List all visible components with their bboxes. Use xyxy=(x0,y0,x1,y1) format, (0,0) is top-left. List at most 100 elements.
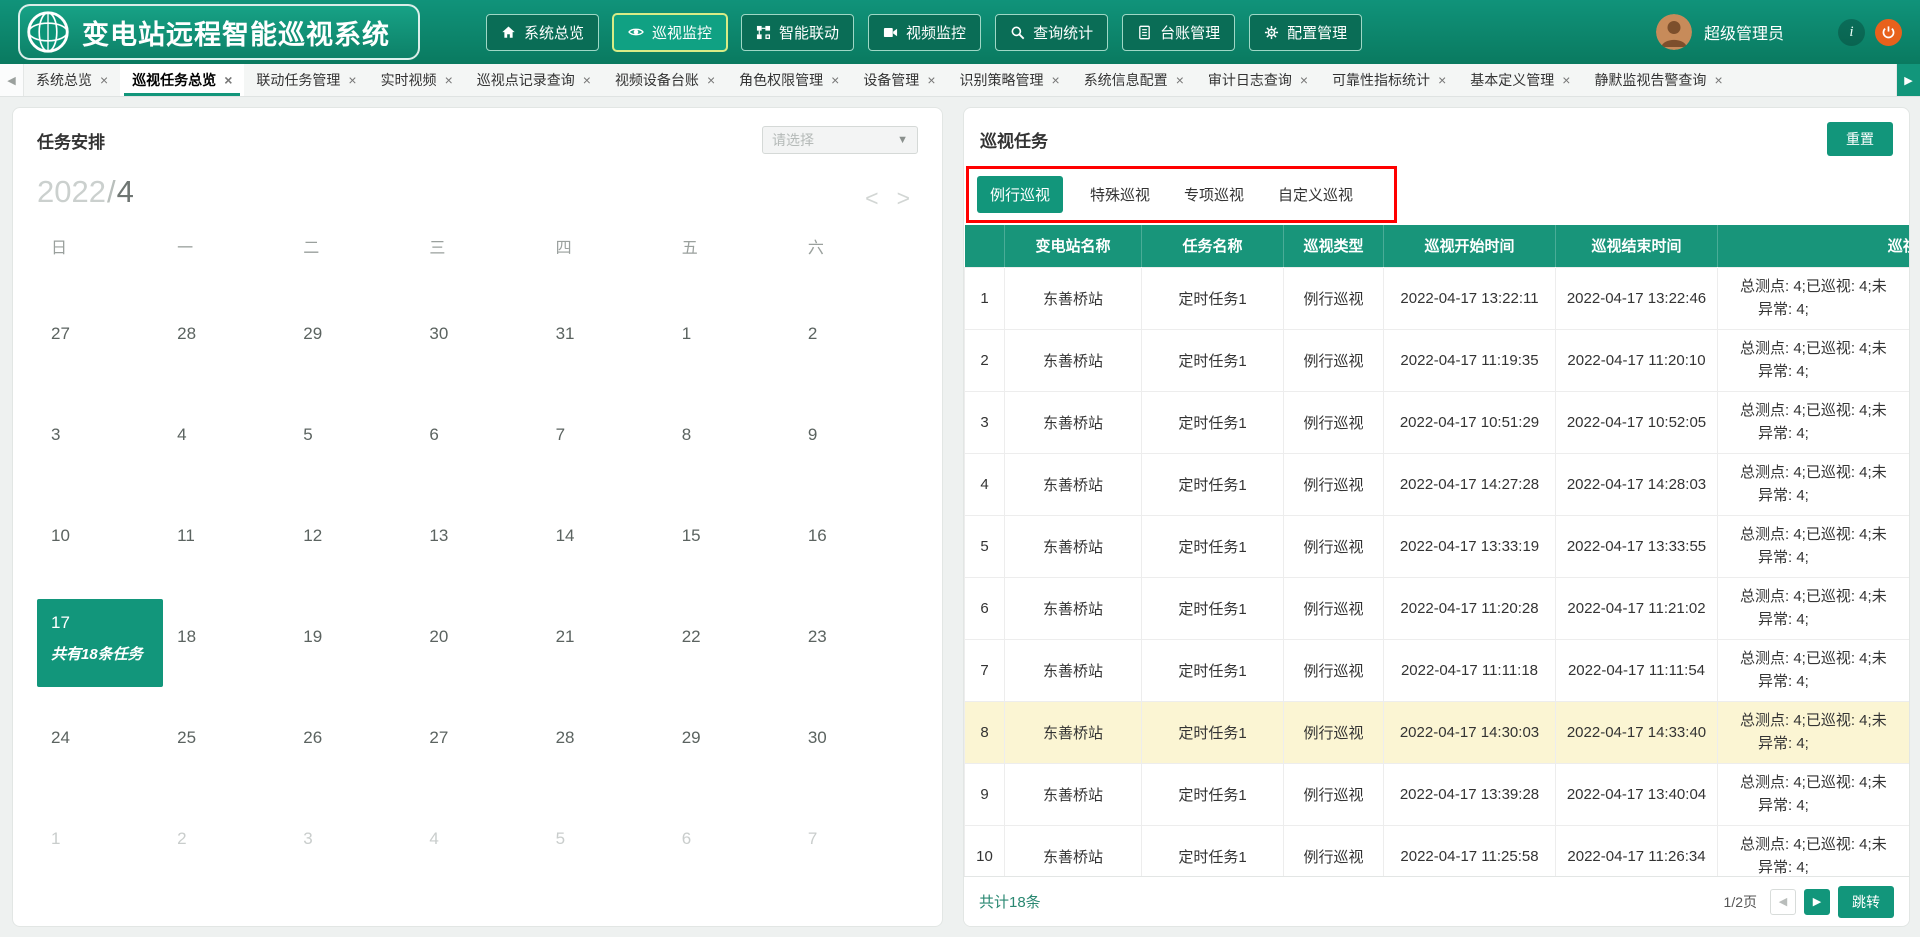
calendar-day[interactable]: 20 xyxy=(415,599,541,700)
calendar-day[interactable]: 14 xyxy=(542,498,668,599)
calendar-day[interactable]: 27 xyxy=(415,700,541,801)
next-page-button[interactable]: ▶ xyxy=(1804,889,1830,915)
close-icon[interactable]: × xyxy=(583,73,591,87)
calendar-day[interactable]: 30 xyxy=(794,700,920,801)
table-row[interactable]: 9东善桥站定时任务1例行巡视2022-04-17 13:39:282022-04… xyxy=(965,763,1910,825)
jump-button[interactable]: 跳转 xyxy=(1838,886,1894,918)
close-icon[interactable]: × xyxy=(1438,73,1446,87)
workspace-tab[interactable]: 基本定义管理× xyxy=(1458,64,1582,96)
table-row[interactable]: 10东善桥站定时任务1例行巡视2022-04-17 11:25:582022-0… xyxy=(965,825,1910,876)
close-icon[interactable]: × xyxy=(1562,73,1570,87)
workspace-tab[interactable]: 系统总览× xyxy=(24,64,120,96)
prev-page-button[interactable]: ◀ xyxy=(1770,889,1796,915)
table-row[interactable]: 1东善桥站定时任务1例行巡视2022-04-17 13:22:112022-04… xyxy=(965,267,1910,329)
calendar-day[interactable]: 5 xyxy=(289,397,415,498)
nav-button[interactable]: 查询统计 xyxy=(995,14,1108,51)
calendar-day[interactable]: 1 xyxy=(37,801,163,902)
workspace-tab[interactable]: 识别策略管理× xyxy=(948,64,1072,96)
info-icon[interactable]: i xyxy=(1838,19,1865,46)
calendar-day[interactable]: 7 xyxy=(542,397,668,498)
calendar-day-selected[interactable]: 17共有18条任务 xyxy=(37,599,163,687)
workspace-tab[interactable]: 联动任务管理× xyxy=(244,64,368,96)
calendar-day[interactable]: 5 xyxy=(542,801,668,902)
calendar-day[interactable]: 24 xyxy=(37,700,163,801)
close-icon[interactable]: × xyxy=(831,73,839,87)
calendar-day[interactable]: 19 xyxy=(289,599,415,700)
close-icon[interactable]: × xyxy=(224,73,232,87)
workspace-tab[interactable]: 静默监视告警查询× xyxy=(1582,64,1734,96)
table-row[interactable]: 7东善桥站定时任务1例行巡视2022-04-17 11:11:182022-04… xyxy=(965,639,1910,701)
workspace-tab[interactable]: 设备管理× xyxy=(851,64,947,96)
calendar-day[interactable]: 2 xyxy=(794,296,920,397)
calendar-day[interactable]: 3 xyxy=(289,801,415,902)
nav-button[interactable]: 巡视监控 xyxy=(613,14,727,51)
calendar-day[interactable]: 29 xyxy=(289,296,415,397)
table-row[interactable]: 2东善桥站定时任务1例行巡视2022-04-17 11:19:352022-04… xyxy=(965,329,1910,391)
calendar-day[interactable]: 13 xyxy=(415,498,541,599)
calendar-day[interactable]: 15 xyxy=(668,498,794,599)
nav-button[interactable]: 配置管理 xyxy=(1249,14,1362,51)
tab-scroll-right-button[interactable]: ▶ xyxy=(1896,64,1920,96)
calendar-day[interactable]: 25 xyxy=(163,700,289,801)
workspace-tab[interactable]: 巡视点记录查询× xyxy=(465,64,603,96)
close-icon[interactable]: × xyxy=(100,73,108,87)
calendar-day[interactable]: 28 xyxy=(163,296,289,397)
calendar-day[interactable]: 12 xyxy=(289,498,415,599)
calendar-day[interactable]: 8 xyxy=(668,397,794,498)
close-icon[interactable]: × xyxy=(348,73,356,87)
calendar-day[interactable]: 31 xyxy=(542,296,668,397)
close-icon[interactable]: × xyxy=(1714,73,1722,87)
prev-month-button[interactable]: < xyxy=(865,187,878,210)
calendar-day[interactable]: 16 xyxy=(794,498,920,599)
user-avatar[interactable] xyxy=(1656,14,1692,50)
power-icon[interactable] xyxy=(1875,19,1902,46)
calendar-day[interactable]: 18 xyxy=(163,599,289,700)
workspace-tab[interactable]: 巡视任务总览× xyxy=(120,64,244,96)
reset-button[interactable]: 重置 xyxy=(1827,122,1893,156)
calendar-day[interactable]: 2 xyxy=(163,801,289,902)
workspace-tab[interactable]: 角色权限管理× xyxy=(727,64,851,96)
workspace-tab[interactable]: 实时视频× xyxy=(369,64,465,96)
close-icon[interactable]: × xyxy=(707,73,715,87)
calendar-day[interactable]: 29 xyxy=(668,700,794,801)
calendar-day[interactable]: 21 xyxy=(542,599,668,700)
task-filter-select[interactable]: 请选择 ▼ xyxy=(762,126,918,154)
calendar-day[interactable]: 9 xyxy=(794,397,920,498)
close-icon[interactable]: × xyxy=(1052,73,1060,87)
workspace-tab[interactable]: 审计日志查询× xyxy=(1196,64,1320,96)
workspace-tab[interactable]: 可靠性指标统计× xyxy=(1320,64,1458,96)
calendar-day[interactable]: 26 xyxy=(289,700,415,801)
table-row[interactable]: 4东善桥站定时任务1例行巡视2022-04-17 14:27:282022-04… xyxy=(965,453,1910,515)
calendar-day[interactable]: 23 xyxy=(794,599,920,700)
nav-button[interactable]: 台账管理 xyxy=(1122,14,1235,51)
inspection-type-tab[interactable]: 例行巡视 xyxy=(977,176,1063,213)
next-month-button[interactable]: > xyxy=(897,187,910,210)
table-row[interactable]: 5东善桥站定时任务1例行巡视2022-04-17 13:33:192022-04… xyxy=(965,515,1910,577)
nav-button[interactable]: 智能联动 xyxy=(741,14,854,51)
calendar-day[interactable]: 6 xyxy=(668,801,794,902)
calendar-day[interactable]: 7 xyxy=(794,801,920,902)
inspection-type-tab[interactable]: 专项巡视 xyxy=(1177,176,1251,213)
calendar-day[interactable]: 28 xyxy=(542,700,668,801)
table-row[interactable]: 3东善桥站定时任务1例行巡视2022-04-17 10:51:292022-04… xyxy=(965,391,1910,453)
inspection-type-tab[interactable]: 特殊巡视 xyxy=(1083,176,1157,213)
table-row[interactable]: 6东善桥站定时任务1例行巡视2022-04-17 11:20:282022-04… xyxy=(965,577,1910,639)
inspection-type-tab[interactable]: 自定义巡视 xyxy=(1271,176,1360,213)
tab-scroll-left-button[interactable]: ◀ xyxy=(0,64,24,96)
workspace-tab[interactable]: 视频设备台账× xyxy=(603,64,727,96)
calendar-day[interactable]: 3 xyxy=(37,397,163,498)
table-row[interactable]: 8东善桥站定时任务1例行巡视2022-04-17 14:30:032022-04… xyxy=(965,701,1910,763)
close-icon[interactable]: × xyxy=(1300,73,1308,87)
calendar-day[interactable]: 6 xyxy=(415,397,541,498)
nav-button[interactable]: 视频监控 xyxy=(868,14,981,51)
calendar-day[interactable]: 11 xyxy=(163,498,289,599)
calendar-day[interactable]: 10 xyxy=(37,498,163,599)
calendar-day[interactable]: 27 xyxy=(37,296,163,397)
calendar-day[interactable]: 4 xyxy=(415,801,541,902)
nav-button[interactable]: 系统总览 xyxy=(486,14,599,51)
close-icon[interactable]: × xyxy=(1176,73,1184,87)
calendar-day[interactable]: 4 xyxy=(163,397,289,498)
calendar-day[interactable]: 22 xyxy=(668,599,794,700)
calendar-day[interactable]: 1 xyxy=(668,296,794,397)
calendar-day[interactable]: 30 xyxy=(415,296,541,397)
